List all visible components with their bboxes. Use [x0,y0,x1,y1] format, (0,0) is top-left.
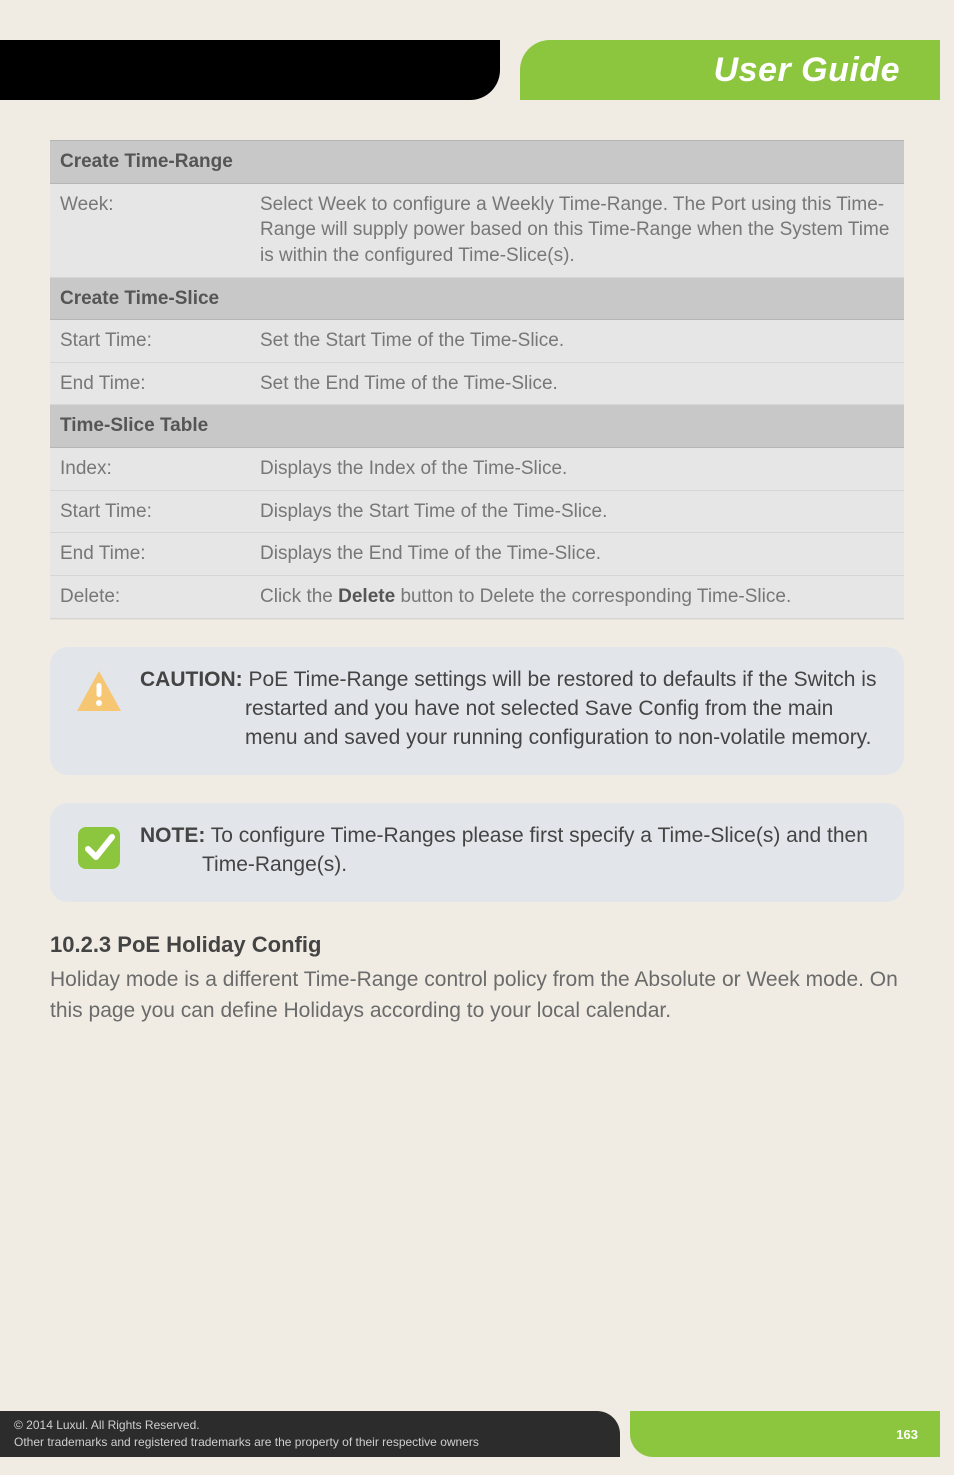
row-desc: Set the Start Time of the Time-Slice. [250,320,904,363]
page-footer: © 2014 Luxul. All Rights Reserved. Other… [0,1403,954,1457]
page-number: 163 [896,1427,918,1442]
subsection-body: Holiday mode is a different Time-Range c… [50,964,904,1027]
note-lead: NOTE: [140,824,205,847]
note-check-icon [76,825,122,871]
note-text: NOTE: To configure Time-Ranges please fi… [140,821,880,880]
section-heading-text: Create Time-Range [50,141,904,184]
row-desc: Set the End Time of the Time-Slice. [250,362,904,405]
row-label: Index: [50,448,250,491]
footer-copyright-line1: © 2014 Luxul. All Rights Reserved. [14,1417,606,1434]
table-row: End Time: Displays the End Time of the T… [50,533,904,576]
row-desc: Displays the Start Time of the Time-Slic… [250,490,904,533]
caution-lead: CAUTION: [140,668,243,691]
row-label: Delete: [50,576,250,619]
table-row: Delete: Click the Delete button to Delet… [50,576,904,619]
caution-callout: CAUTION: PoE Time-Range settings will be… [50,647,904,775]
table-section-header: Create Time-Range [50,141,904,184]
caution-triangle-icon [75,669,123,713]
table-row: Week: Select Week to configure a Weekly … [50,183,904,277]
definitions-table: Create Time-Range Week: Select Week to c… [50,140,904,619]
table-row: End Time: Set the End Time of the Time-S… [50,362,904,405]
row-desc-prefix: Click the [260,586,338,607]
row-label: Start Time: [50,490,250,533]
caution-text: CAUTION: PoE Time-Range settings will be… [140,665,880,753]
row-desc: Displays the Index of the Time-Slice. [250,448,904,491]
footer-black-bar: © 2014 Luxul. All Rights Reserved. Other… [0,1411,620,1457]
banner-black-bar [0,40,500,100]
top-banner: User Guide [0,10,954,120]
section-heading-text: Time-Slice Table [50,405,904,448]
table-section-header: Create Time-Slice [50,277,904,320]
row-desc: Click the Delete button to Delete the co… [250,576,904,619]
banner-green-bar: User Guide [520,40,940,100]
row-desc: Select Week to configure a Weekly Time-R… [250,183,904,277]
table-row: Index: Displays the Index of the Time-Sl… [50,448,904,491]
caution-body: PoE Time-Range settings will be restored… [243,668,877,750]
row-desc-suffix: button to Delete the corresponding Time-… [395,586,791,607]
footer-copyright-line2: Other trademarks and registered trademar… [14,1434,606,1451]
note-body: To configure Time-Ranges please first sp… [202,824,868,876]
row-label: End Time: [50,362,250,405]
row-label: Week: [50,183,250,277]
table-row: Start Time: Set the Start Time of the Ti… [50,320,904,363]
row-label: End Time: [50,533,250,576]
document-title: User Guide [714,51,900,90]
row-desc: Displays the End Time of the Time-Slice. [250,533,904,576]
subsection-heading: 10.2.3 PoE Holiday Config [50,932,904,958]
note-icon-wrap [74,821,124,880]
row-label: Start Time: [50,320,250,363]
table-section-header: Time-Slice Table [50,405,904,448]
table-row: Start Time: Displays the Start Time of t… [50,490,904,533]
row-desc-bold: Delete [338,586,395,607]
caution-icon-wrap [74,665,124,753]
note-callout: NOTE: To configure Time-Ranges please fi… [50,803,904,902]
footer-green-bar: 163 [630,1411,940,1457]
section-heading-text: Create Time-Slice [50,277,904,320]
